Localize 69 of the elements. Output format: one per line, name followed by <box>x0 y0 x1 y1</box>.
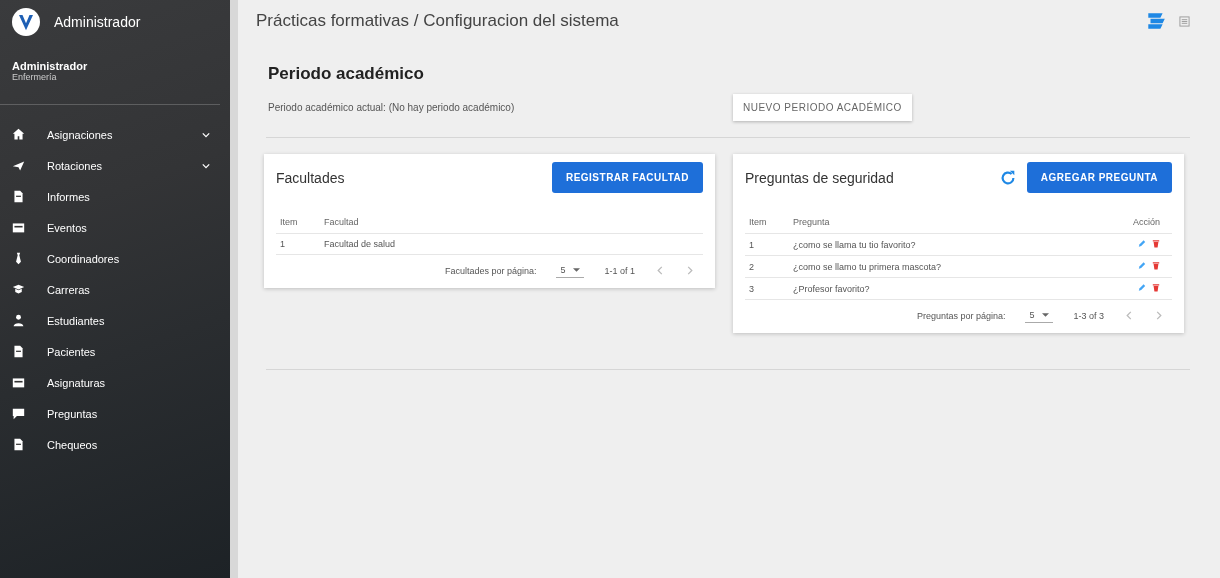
rows-per-page-select[interactable]: 5 <box>1025 308 1054 323</box>
column-header: Item <box>745 211 789 234</box>
plane-icon <box>12 159 25 172</box>
breadcrumb: Prácticas formativas / Configuracion del sistema <box>256 11 619 31</box>
page-range: 1-3 of 3 <box>1073 310 1104 321</box>
next-page-button[interactable] <box>685 264 695 277</box>
menu-icon <box>1179 15 1190 27</box>
sidebar-title: Administrador <box>54 14 141 30</box>
column-header: Facultad <box>320 211 703 234</box>
sidebar-item[interactable]: Carreras <box>0 274 230 305</box>
table-cell: ¿Profesor favorito? <box>789 277 1106 300</box>
column-header: Item <box>276 211 320 234</box>
section-title: Periodo académico <box>268 64 425 84</box>
add-button[interactable]: AGREGAR PREGUNTA <box>1026 162 1172 193</box>
pencil-icon <box>1138 261 1146 270</box>
sidebar-item[interactable]: Asignaciones <box>0 119 230 150</box>
next-page-button[interactable] <box>1154 309 1164 322</box>
trash-icon <box>1152 261 1160 270</box>
rows-per-page-label: Preguntas por página: <box>916 310 1006 321</box>
user-name: Administrador <box>12 60 89 72</box>
chevron-down-icon <box>202 131 210 138</box>
cap-icon <box>12 283 25 296</box>
table-cell: 1 <box>745 233 789 256</box>
chat-icon <box>12 407 25 420</box>
add-button[interactable]: REGISTRAR FACULTAD <box>551 162 703 193</box>
rows-per-page-label: Facultades por página: <box>444 265 537 276</box>
period-status: Periodo académico actual: (No hay periodo académico) <box>268 102 516 113</box>
person-icon <box>12 314 25 327</box>
new-period-button[interactable]: NUEVO PERIODO ACADÉMICO <box>733 94 912 121</box>
books-icon <box>1145 10 1167 32</box>
doc-icon <box>12 438 25 451</box>
previous-page-button[interactable] <box>655 264 665 277</box>
user-role: Enfermería <box>12 72 58 82</box>
chevron-down-icon <box>202 162 210 169</box>
column-header: Acción <box>1106 211 1172 234</box>
sidebar-item[interactable]: Informes <box>0 181 230 212</box>
rows-per-page-select[interactable]: 5 <box>556 263 585 278</box>
caret-icon <box>1042 313 1050 317</box>
scrollbar[interactable] <box>230 0 238 578</box>
table-cell: 1 <box>276 233 320 255</box>
table-cell: Facultad de salud <box>320 233 703 255</box>
logo-icon <box>12 8 40 36</box>
table-cell: ¿como se llama tu tio favorito? <box>789 233 1106 256</box>
pencil-icon <box>1138 283 1146 292</box>
sidebar-item[interactable]: Chequeos <box>0 429 230 460</box>
calendar-icon <box>12 376 25 389</box>
trash-icon <box>1152 283 1160 292</box>
sidebar-item[interactable]: Asignaturas <box>0 367 230 398</box>
sidebar-item[interactable]: Coordinadores <box>0 243 230 274</box>
trash-icon <box>1152 239 1160 248</box>
card-title: Facultades <box>276 169 345 186</box>
sidebar-item[interactable]: Estudiantes <box>0 305 230 336</box>
pencil-icon <box>1138 239 1146 248</box>
table-cell: 2 <box>745 255 789 278</box>
sidebar-item[interactable]: Rotaciones <box>0 150 230 181</box>
table-cell: 3 <box>745 277 789 300</box>
caret-icon <box>573 268 581 272</box>
column-header: Pregunta <box>789 211 1106 234</box>
previous-page-button[interactable] <box>1124 309 1134 322</box>
table-cell: ¿como se llamo tu primera mascota? <box>789 255 1106 278</box>
calendar-icon <box>12 221 25 234</box>
doc-icon <box>12 345 25 358</box>
home-icon <box>12 128 25 141</box>
page-range: 1-1 of 1 <box>604 265 635 276</box>
sidebar-item[interactable]: Eventos <box>0 212 230 243</box>
doc-icon <box>12 190 25 203</box>
sidebar-item[interactable]: Pacientes <box>0 336 230 367</box>
card-title: Preguntas de seguridad <box>745 169 894 186</box>
sidebar-item[interactable]: Preguntas <box>0 398 230 429</box>
